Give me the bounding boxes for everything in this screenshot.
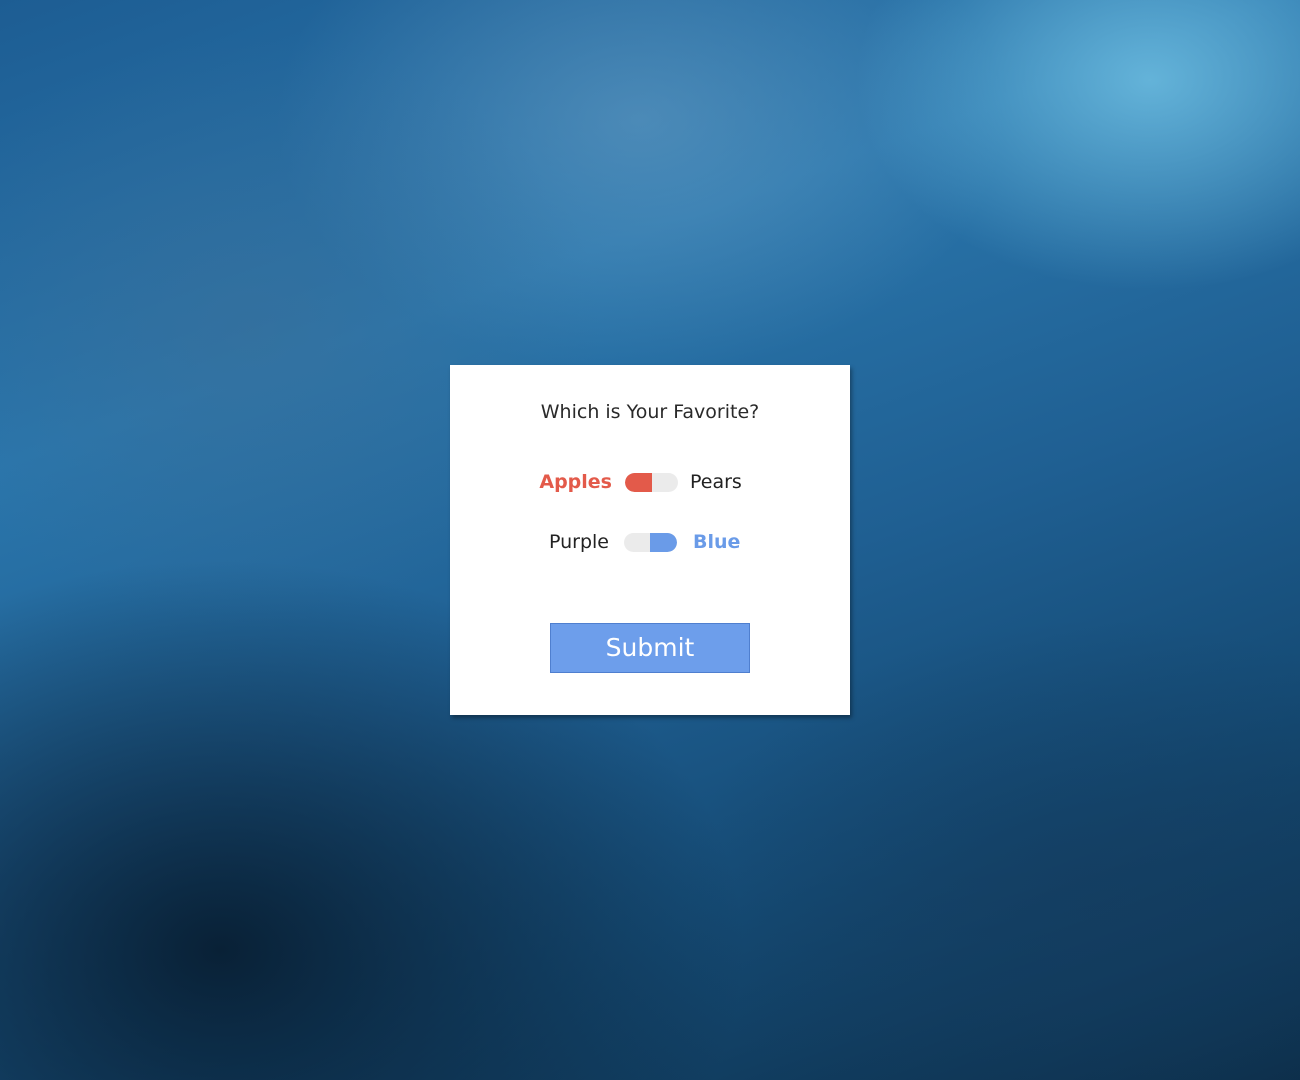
color-toggle-knob <box>650 533 677 552</box>
favorite-dialog: Which is Your Favorite? Apples Pears Pur… <box>450 365 850 715</box>
color-toggle-row: Purple Blue <box>450 527 850 557</box>
fruit-toggle-knob <box>625 473 652 492</box>
apples-option-label[interactable]: Apples <box>539 467 612 497</box>
purple-option-label[interactable]: Purple <box>549 527 609 557</box>
blue-option-label[interactable]: Blue <box>693 527 740 557</box>
color-toggle-switch[interactable] <box>624 533 677 552</box>
submit-button[interactable]: Submit <box>550 623 750 673</box>
dialog-title: Which is Your Favorite? <box>540 401 760 423</box>
fruit-toggle-row: Apples Pears <box>450 467 850 497</box>
pears-option-label[interactable]: Pears <box>690 467 742 497</box>
fruit-toggle-switch[interactable] <box>625 473 678 492</box>
